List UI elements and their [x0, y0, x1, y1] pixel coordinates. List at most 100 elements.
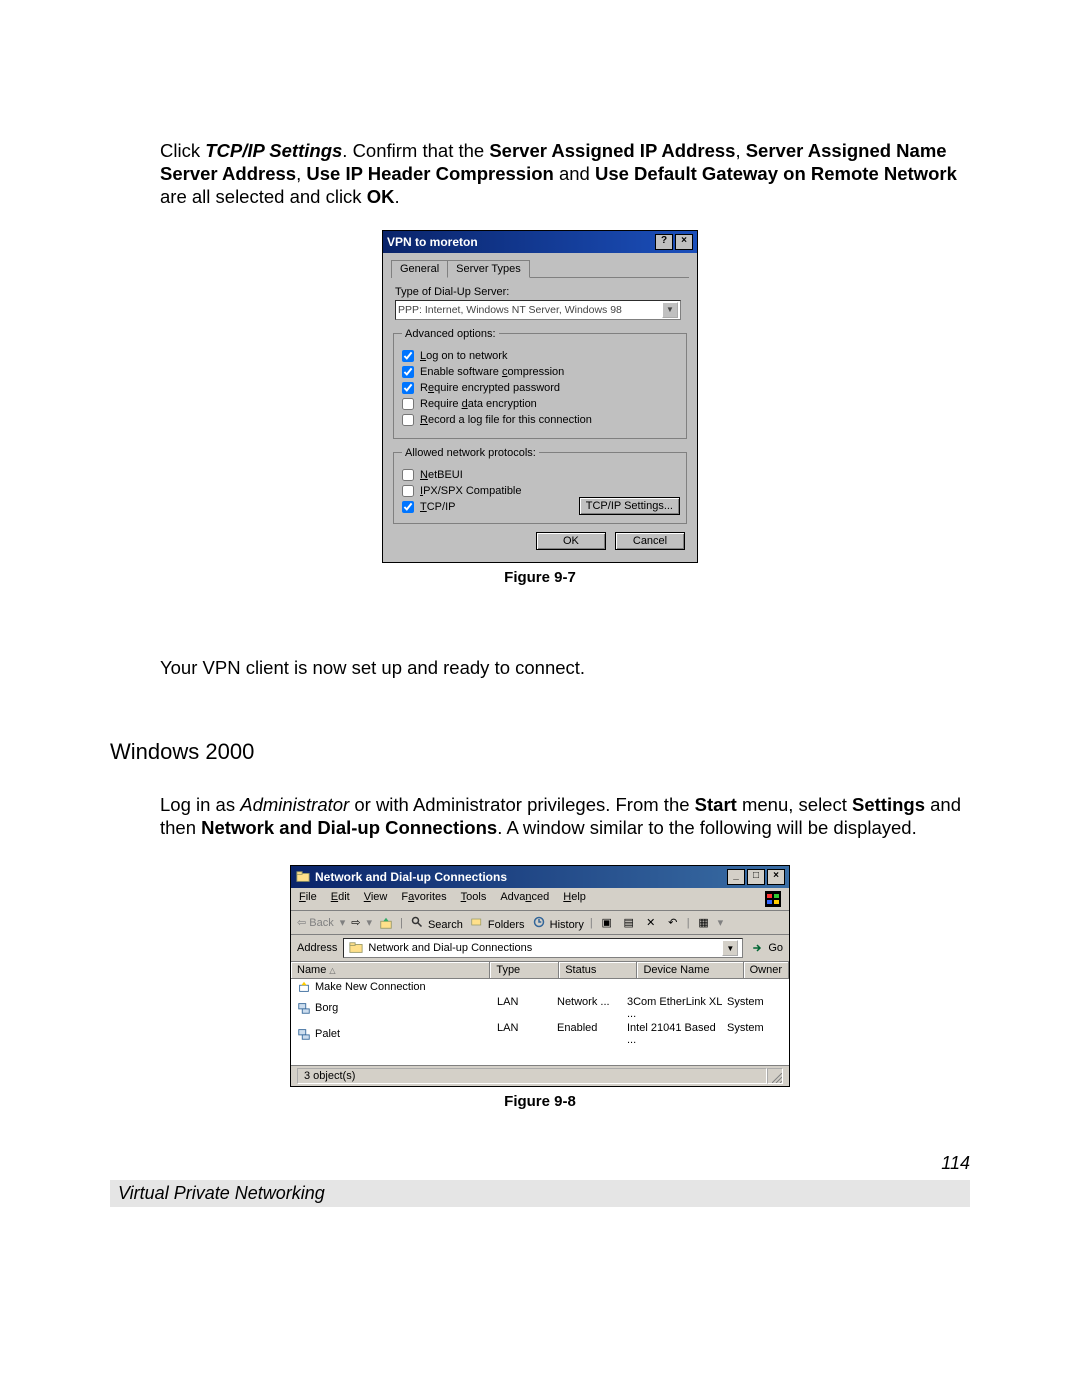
checkbox-input[interactable] — [402, 469, 414, 481]
back-button[interactable]: ⇦ Back — [297, 916, 334, 929]
col-name[interactable]: Name △ — [291, 962, 490, 978]
list-item[interactable]: BorgLANNetwork ...3Com EtherLink XL ...S… — [291, 995, 789, 1021]
brand-icon — [765, 891, 781, 907]
views-icon[interactable]: ▦ — [696, 915, 712, 931]
menu-bar: File Edit View Favorites Tools Advanced … — [291, 888, 789, 911]
vpn-dialog: VPN to moreton ? × General Server Types … — [382, 230, 698, 563]
checkbox-input[interactable] — [402, 350, 414, 362]
explorer-title: Network and Dial-up Connections — [315, 870, 507, 884]
cancel-button[interactable]: Cancel — [615, 532, 685, 550]
undo-icon[interactable]: ↶ — [665, 915, 681, 931]
explorer-window: Network and Dial-up Connections _ □ × Fi… — [290, 865, 790, 1087]
folders-button[interactable]: Folders — [469, 914, 525, 931]
forward-button[interactable]: ⇨ — [351, 916, 360, 929]
col-device[interactable]: Device Name — [637, 962, 743, 978]
advanced-legend: Advanced options: — [402, 328, 499, 340]
checkbox-label: Enable software compression — [420, 366, 564, 378]
checkbox-require-data-encryption[interactable]: Require data encryption — [402, 398, 680, 410]
section-heading: Windows 2000 — [110, 739, 970, 765]
minimize-icon[interactable]: _ — [727, 869, 745, 885]
delete-icon[interactable]: ✕ — [643, 915, 659, 931]
col-owner[interactable]: Owner — [744, 962, 789, 978]
menu-tools[interactable]: Tools — [461, 891, 487, 907]
tabs: General Server Types — [391, 259, 689, 278]
menu-view[interactable]: View — [364, 891, 388, 907]
dialog-title: VPN to moreton — [387, 235, 478, 249]
checkbox-record-a-log-file-for-this-connection[interactable]: Record a log file for this connection — [402, 414, 680, 426]
dialog-titlebar: VPN to moreton ? × — [383, 231, 697, 253]
list-view: Make New ConnectionBorgLANNetwork ...3Co… — [291, 979, 789, 1065]
checkbox-label: TCP/IP — [420, 501, 455, 513]
menu-help[interactable]: Help — [563, 891, 586, 907]
server-type-value: PPP: Internet, Windows NT Server, Window… — [398, 304, 622, 316]
search-icon — [409, 914, 425, 930]
menu-file[interactable]: File — [299, 891, 317, 907]
checkbox-ipx-spx-compatible[interactable]: IPX/SPX Compatible — [402, 485, 680, 497]
history-button[interactable]: History — [531, 914, 584, 931]
checkbox-label: Require encrypted password — [420, 382, 560, 394]
menu-advanced[interactable]: Advanced — [500, 891, 549, 907]
chevron-down-icon[interactable]: ▼ — [662, 302, 678, 318]
checkbox-input[interactable] — [402, 398, 414, 410]
status-bar: 3 object(s) — [291, 1065, 789, 1086]
menu-favorites[interactable]: Favorites — [401, 891, 446, 907]
checkbox-log-on-to-network[interactable]: Log on to network — [402, 350, 680, 362]
footer-title: Virtual Private Networking — [110, 1180, 970, 1207]
checkbox-enable-software-compression[interactable]: Enable software compression — [402, 366, 680, 378]
checkbox-netbeui[interactable]: NetBEUI — [402, 469, 680, 481]
checkbox-input[interactable] — [402, 366, 414, 378]
help-icon[interactable]: ? — [655, 234, 673, 250]
checkbox-label: IPX/SPX Compatible — [420, 485, 522, 497]
list-item[interactable]: Make New Connection — [291, 979, 789, 995]
col-status[interactable]: Status — [559, 962, 637, 978]
maximize-icon[interactable]: □ — [747, 869, 765, 885]
column-headers: Name △ Type Status Device Name Owner — [291, 962, 789, 979]
up-icon[interactable] — [378, 915, 394, 931]
checkbox-label: NetBEUI — [420, 469, 463, 481]
address-label: Address — [297, 942, 337, 954]
checkbox-input[interactable] — [402, 382, 414, 394]
folder-icon — [348, 940, 364, 956]
checkbox-input[interactable] — [402, 485, 414, 497]
tcpip-settings-button[interactable]: TCP/IP Settings... — [579, 497, 680, 515]
close-icon[interactable]: × — [767, 869, 785, 885]
address-value: Network and Dial-up Connections — [368, 942, 532, 954]
chevron-down-icon[interactable]: ▼ — [722, 940, 738, 956]
tab-server-types[interactable]: Server Types — [447, 260, 530, 278]
resize-grip-icon[interactable] — [772, 1073, 782, 1083]
tab-general[interactable]: General — [391, 260, 448, 278]
folders-icon — [469, 914, 485, 930]
search-button[interactable]: Search — [409, 914, 463, 931]
close-icon[interactable]: × — [675, 234, 693, 250]
folder-icon — [295, 869, 311, 885]
toolbar: ⇦ Back ▾ ⇨ ▾ | Search Folders H — [291, 911, 789, 935]
paragraph-2: Log in as Administrator or with Administ… — [160, 793, 970, 839]
status-text: 3 object(s) — [297, 1068, 767, 1084]
figure-caption-2: Figure 9-8 — [504, 1093, 576, 1110]
checkbox-require-encrypted-password[interactable]: Require encrypted password — [402, 382, 680, 394]
tool-icon-1[interactable]: ▣ — [599, 915, 615, 931]
tool-icon-2[interactable]: ▤ — [621, 915, 637, 931]
figure-caption-1: Figure 9-7 — [504, 569, 576, 586]
server-type-label: Type of Dial-Up Server: — [395, 286, 689, 298]
checkbox-label: Log on to network — [420, 350, 507, 362]
checkbox-label: Record a log file for this connection — [420, 414, 592, 426]
checkbox-input[interactable] — [402, 501, 414, 513]
vpn-ready-text: Your VPN client is now set up and ready … — [160, 656, 970, 679]
address-combo[interactable]: Network and Dial-up Connections ▼ — [343, 938, 743, 958]
checkbox-input[interactable] — [402, 414, 414, 426]
history-icon — [531, 914, 547, 930]
paragraph-1: Click TCP/IP Settings. Confirm that the … — [160, 139, 970, 208]
protocols-legend: Allowed network protocols: — [402, 447, 539, 459]
explorer-titlebar: Network and Dial-up Connections _ □ × — [291, 866, 789, 888]
checkbox-label: Require data encryption — [420, 398, 537, 410]
server-type-dropdown[interactable]: PPP: Internet, Windows NT Server, Window… — [395, 300, 681, 320]
advanced-options-group: Advanced options: Log on to network Enabl… — [393, 328, 687, 439]
go-button[interactable]: Go — [749, 940, 783, 956]
menu-edit[interactable]: Edit — [331, 891, 350, 907]
list-item[interactable]: PaletLANEnabledIntel 21041 Based ...Syst… — [291, 1021, 789, 1047]
col-type[interactable]: Type — [490, 962, 559, 978]
ok-button[interactable]: OK — [536, 532, 606, 550]
allowed-protocols-group: Allowed network protocols: NetBEUI IPX/SP… — [393, 447, 687, 524]
go-icon — [749, 940, 765, 956]
